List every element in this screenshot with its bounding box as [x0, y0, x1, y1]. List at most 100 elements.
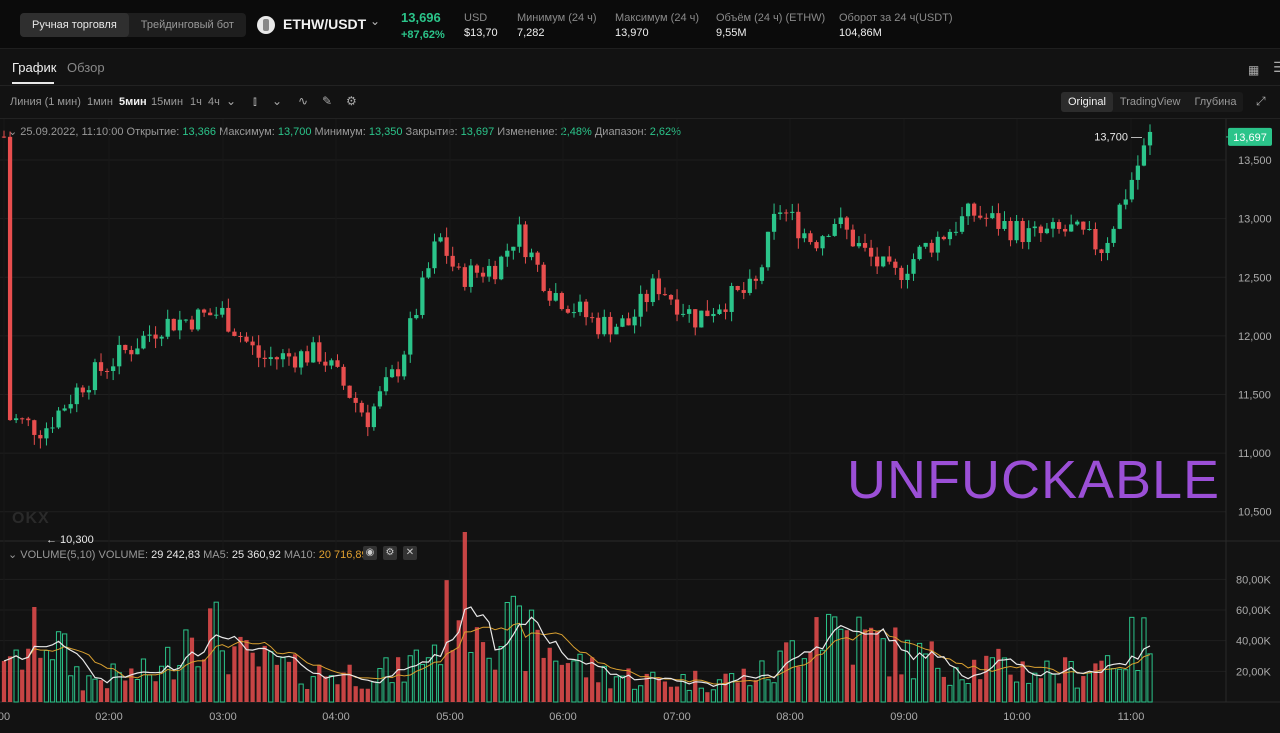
- volume-bar: [910, 678, 917, 703]
- candle-body: [693, 309, 698, 328]
- candle-body: [92, 362, 98, 391]
- view-original[interactable]: Original: [1061, 92, 1113, 112]
- candle-body: [104, 370, 110, 372]
- indicators-icon[interactable]: ∿: [298, 94, 308, 108]
- candle-type-chevron-down-icon[interactable]: ⌄: [272, 94, 282, 108]
- volume-bar: [305, 689, 310, 702]
- volume-bar: [819, 649, 826, 703]
- timeframe-1h[interactable]: 1ч: [190, 96, 202, 108]
- menu-icon[interactable]: ☰: [1273, 59, 1280, 76]
- candle-body: [1141, 145, 1147, 166]
- candle-body: [753, 278, 758, 281]
- timeframe-chevron-down-icon[interactable]: ⌄: [226, 94, 236, 108]
- chevron-down-icon[interactable]: ⌄: [370, 14, 380, 28]
- high-price-marker: 13,700 —: [1094, 132, 1142, 144]
- tab-overview[interactable]: Обзор: [67, 60, 105, 75]
- timeframe-1m[interactable]: 1мин: [87, 96, 113, 108]
- view-depth[interactable]: Глубина: [1187, 92, 1243, 112]
- candle-body: [98, 362, 104, 371]
- candle-body: [426, 268, 431, 278]
- candle-body: [189, 319, 195, 330]
- timeframe-line-1m[interactable]: Линия (1 мин): [10, 96, 81, 108]
- volume-bar: [437, 664, 444, 703]
- candle-body: [32, 420, 37, 435]
- volume-bar: [80, 690, 85, 702]
- tab-chart[interactable]: График: [12, 60, 56, 75]
- volume-bar: [856, 616, 862, 703]
- candle-body: [171, 318, 176, 331]
- volume-bar: [1117, 668, 1123, 703]
- candle-body: [1038, 226, 1043, 234]
- close-icon[interactable]: ✕: [403, 546, 417, 560]
- settings-gear-icon[interactable]: ⚙: [346, 94, 357, 108]
- time-tick-label: 00: [0, 711, 10, 723]
- candle-body: [141, 335, 146, 349]
- price-tick-label: 13,500: [1238, 155, 1272, 167]
- candle-body: [438, 237, 443, 242]
- last-price-tag-text: 13,697: [1233, 132, 1267, 144]
- volume-label: VOLUME:: [98, 549, 149, 561]
- timeframe-5m[interactable]: 5мин: [119, 96, 147, 108]
- volume-bar: [256, 666, 261, 702]
- volume-bar: [1008, 674, 1013, 702]
- volume-bar: [826, 613, 832, 703]
- layout-grid-icon[interactable]: ▦: [1248, 63, 1259, 77]
- view-tradingview[interactable]: TradingView: [1113, 92, 1188, 112]
- volume-bar: [250, 652, 255, 702]
- candle-body: [990, 213, 995, 219]
- gear-icon[interactable]: ⚙: [383, 546, 397, 560]
- pair-selector[interactable]: ETHW/USDT: [283, 16, 366, 32]
- candle-body: [499, 256, 504, 280]
- price-chart[interactable]: 13,500 13,000 12,500 12,000 11,500 11,000 10,5…: [0, 119, 1280, 733]
- candle-body: [632, 316, 637, 326]
- drawing-tool-icon[interactable]: ✎: [322, 94, 332, 108]
- volume-tick-label: 40,00K: [1236, 636, 1272, 648]
- volume-bar: [468, 651, 474, 703]
- candle-body: [1081, 221, 1086, 230]
- candle-body: [195, 309, 201, 330]
- volume-bar: [735, 682, 740, 702]
- fullscreen-icon[interactable]: ⤢: [1256, 94, 1266, 109]
- candle-body: [881, 256, 886, 267]
- timeframe-15m[interactable]: 15мин: [151, 96, 183, 108]
- volume-bar: [631, 688, 638, 703]
- candle-body: [165, 318, 170, 337]
- candle-body: [978, 215, 983, 218]
- candle-body: [614, 326, 619, 335]
- volume-bar: [1123, 669, 1129, 703]
- volume-bar: [474, 627, 480, 702]
- candle-body: [729, 285, 734, 312]
- volume-bar: [123, 680, 128, 702]
- candle-body: [953, 231, 959, 233]
- stat-value: 104,86M: [839, 27, 882, 39]
- volume-bar: [328, 675, 335, 703]
- candle-body: [771, 213, 777, 232]
- mode-manual-trading[interactable]: Ручная торговля: [20, 13, 129, 37]
- stat-volume-24h: Объём (24 ч) (ETHW) 9,55M: [716, 12, 825, 39]
- collapse-chevron-icon[interactable]: ⌄: [8, 549, 17, 561]
- timeframe-4h[interactable]: 4ч: [208, 96, 220, 108]
- stat-label: Объём (24 ч) (ETHW): [716, 12, 826, 24]
- volume-bar: [941, 676, 946, 702]
- eye-icon[interactable]: ◉: [363, 546, 377, 560]
- volume-bar: [1050, 673, 1056, 703]
- volume-bar: [1099, 660, 1104, 702]
- volume-bar: [146, 674, 153, 703]
- volume-bar: [413, 649, 419, 703]
- volume-bar: [923, 653, 929, 703]
- candle-body: [959, 216, 965, 232]
- candle-body: [286, 353, 292, 357]
- candle-body: [38, 434, 43, 439]
- candle-body: [262, 357, 267, 359]
- mode-trading-bot[interactable]: Трейдинговый бот: [129, 13, 246, 37]
- candle-body: [305, 351, 310, 363]
- candle-body: [559, 293, 564, 310]
- volume-bar: [1110, 668, 1117, 703]
- candle-body: [765, 231, 771, 268]
- volume-bar: [668, 686, 674, 702]
- volume-bar: [341, 672, 346, 702]
- volume-bar: [219, 650, 225, 703]
- candle-type-icon[interactable]: ⫾: [253, 94, 257, 109]
- candle-body: [371, 406, 376, 428]
- candle-body: [723, 309, 728, 312]
